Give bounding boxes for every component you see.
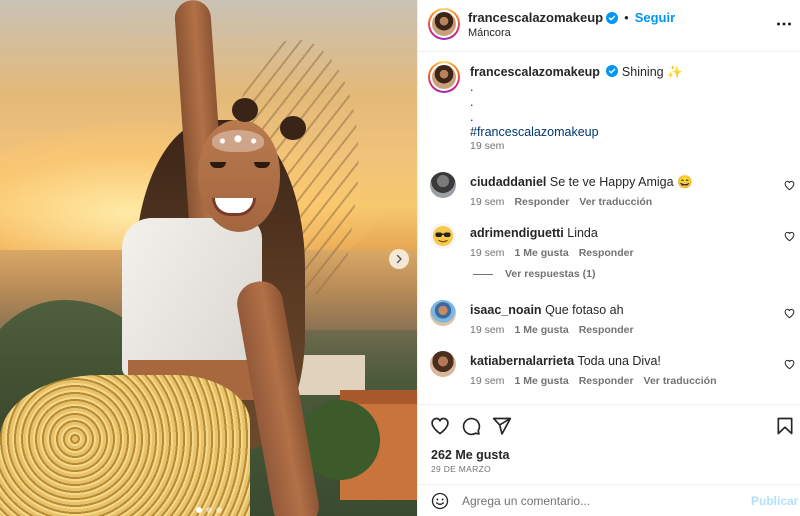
verified-badge-icon <box>606 65 619 77</box>
follow-button[interactable]: Seguir <box>635 10 675 25</box>
photo-eyes <box>210 162 270 170</box>
heart-icon[interactable] <box>784 359 795 370</box>
commenter-username[interactable]: katiabernalarrieta <box>470 354 574 368</box>
comment-meta: 19 sem 1 Me gusta Responder <box>470 324 634 336</box>
replies-line <box>473 273 493 275</box>
author-username[interactable]: francescalazomakeup <box>468 10 603 25</box>
paper-plane-icon[interactable] <box>492 416 512 436</box>
post-actions: 262 Me gusta 29 DE MARZO <box>418 404 800 484</box>
avatar-image <box>432 12 456 36</box>
commenter-username[interactable]: isaac_noain <box>470 303 542 317</box>
photo-hair-bun <box>232 98 258 122</box>
comment-text: Se te ve Happy Amiga 😄 <box>549 175 693 189</box>
comment-text-row: adrimendiguetti Linda <box>470 226 598 240</box>
bookmark-icon[interactable] <box>775 416 795 436</box>
publish-button[interactable]: Publicar <box>751 494 798 508</box>
commenter-avatar[interactable] <box>430 351 456 377</box>
sunglasses-emoji-icon <box>433 226 453 246</box>
photo-sequin-skirt <box>0 375 250 516</box>
comment-text-row: ciudaddaniel Se te ve Happy Amiga 😄 <box>470 175 693 190</box>
header-separator: • <box>624 10 629 25</box>
commenter-avatar[interactable] <box>430 300 456 326</box>
commenter-avatar[interactable] <box>430 172 456 198</box>
view-replies-label: Ver respuestas (1) <box>505 268 596 280</box>
comment-input[interactable] <box>462 491 732 511</box>
translate-button[interactable]: Ver traducción <box>579 196 652 208</box>
emoji-icon[interactable] <box>431 492 449 510</box>
post-photo[interactable] <box>0 0 417 516</box>
comment-time[interactable]: 19 sem <box>470 375 504 387</box>
header-user-row: francescalazomakeup • Seguir <box>468 10 675 25</box>
caption-dot: . <box>470 80 474 94</box>
translate-button[interactable]: Ver traducción <box>644 375 717 387</box>
comment-icon[interactable] <box>461 416 481 436</box>
commenter-username[interactable]: adrimendiguetti <box>470 226 564 240</box>
add-comment-bar: Publicar <box>418 484 800 516</box>
photo-face-gems <box>212 130 264 152</box>
comment-item: ciudaddaniel Se te ve Happy Amiga 😄 19 s… <box>418 172 800 222</box>
comment-time[interactable]: 19 sem <box>470 247 504 259</box>
comment-likes[interactable]: 1 Me gusta <box>514 324 568 336</box>
comment-likes[interactable]: 1 Me gusta <box>514 247 568 259</box>
reply-button[interactable]: Responder <box>579 375 634 387</box>
caption-hashtag[interactable]: #francescalazomakeup <box>470 125 780 140</box>
reply-button[interactable]: Responder <box>579 324 634 336</box>
more-options-icon[interactable] <box>776 16 792 32</box>
view-replies-button[interactable]: Ver respuestas (1) <box>473 268 595 280</box>
likes-count[interactable]: 262 Me gusta <box>431 448 510 462</box>
comment-meta: 19 sem 1 Me gusta Responder Ver traducci… <box>470 375 717 387</box>
comment-item: adrimendiguetti Linda 19 sem 1 Me gusta … <box>418 223 800 273</box>
heart-icon[interactable] <box>784 231 795 242</box>
next-slide-button[interactable] <box>389 249 409 269</box>
reply-button[interactable]: Responder <box>579 247 634 259</box>
comment-likes[interactable]: 1 Me gusta <box>514 375 568 387</box>
carousel-dot <box>216 507 222 513</box>
post-details-panel: francescalazomakeup • Seguir Máncora fra… <box>417 0 800 516</box>
comment-time[interactable]: 19 sem <box>470 196 504 208</box>
caption-username[interactable]: francescalazomakeup <box>470 65 600 79</box>
comment-text-row: katiabernalarrieta Toda una Diva! <box>470 354 661 368</box>
chevron-right-icon <box>396 254 402 264</box>
caption-timestamp[interactable]: 19 sem <box>470 140 504 152</box>
comment-item: katiabernalarrieta Toda una Diva! 19 sem… <box>418 351 800 401</box>
comment-time[interactable]: 19 sem <box>470 324 504 336</box>
comment-meta: 19 sem 1 Me gusta Responder <box>470 247 634 259</box>
caption-dot: . <box>470 95 474 109</box>
carousel-dot-active <box>196 507 202 513</box>
carousel-dot <box>206 507 212 513</box>
comments-list[interactable]: francescalazomakeup Shining ✨ . . . #fra… <box>418 52 800 404</box>
heart-icon[interactable] <box>784 308 795 319</box>
comment-item: isaac_noain Que fotaso ah 19 sem 1 Me gu… <box>418 300 800 350</box>
post-date[interactable]: 29 DE MARZO <box>431 464 491 474</box>
comment-meta: 19 sem Responder Ver traducción <box>470 196 652 208</box>
comment-text: Linda <box>567 226 598 240</box>
commenter-avatar[interactable] <box>430 223 456 249</box>
post-header: francescalazomakeup • Seguir Máncora <box>418 0 800 52</box>
caption-text: Shining ✨ <box>621 65 683 79</box>
comment-text: Toda una Diva! <box>577 354 661 368</box>
avatar-image <box>432 65 456 89</box>
author-avatar[interactable] <box>428 8 460 40</box>
commenter-username[interactable]: ciudaddaniel <box>470 175 546 189</box>
caption-author-avatar[interactable] <box>428 61 460 93</box>
carousel-dots <box>196 507 222 513</box>
comment-text: Que fotaso ah <box>545 303 624 317</box>
reply-button[interactable]: Responder <box>514 196 569 208</box>
caption-dot: . <box>470 110 474 124</box>
verified-badge-icon <box>606 11 619 24</box>
post-caption: francescalazomakeup Shining ✨ . . . #fra… <box>470 65 780 140</box>
post-location[interactable]: Máncora <box>468 27 511 39</box>
photo-hair-bun <box>280 116 306 140</box>
heart-icon[interactable] <box>784 180 795 191</box>
comment-text-row: isaac_noain Que fotaso ah <box>470 303 624 317</box>
heart-icon[interactable] <box>430 416 450 436</box>
